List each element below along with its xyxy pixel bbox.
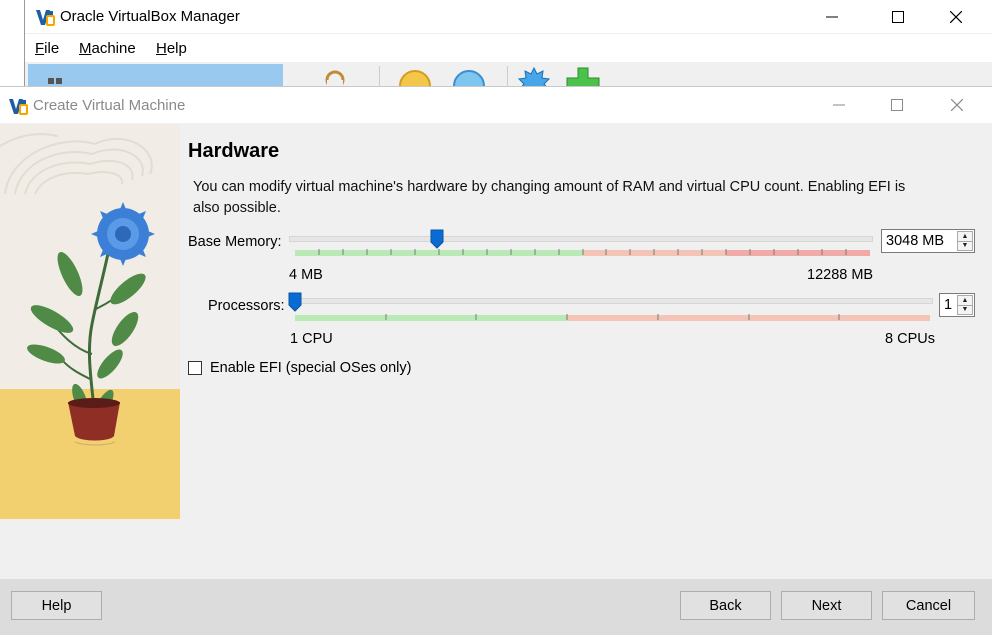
maximize-icon xyxy=(892,10,904,23)
memory-slider-scale xyxy=(295,249,870,256)
manager-toolbar xyxy=(25,62,992,86)
help-button[interactable]: Help xyxy=(11,591,102,620)
vm-list-selection[interactable] xyxy=(28,64,283,86)
processors-decrement-icon[interactable]: ▼ xyxy=(958,305,972,314)
dialog-titlebar: Create Virtual Machine xyxy=(0,87,992,123)
tools-wrench-icon[interactable] xyxy=(315,66,351,86)
maximize-icon xyxy=(891,99,903,111)
processors-value: 1 xyxy=(944,297,953,313)
page-title: Hardware xyxy=(188,140,280,162)
dialog-button-bar: Help Back Next Cancel xyxy=(0,579,992,635)
toolbar-separator xyxy=(507,66,508,86)
new-vm-icon[interactable] xyxy=(515,66,553,86)
create-vm-dialog: Create Virtual Machine Hardware You can … xyxy=(0,86,992,635)
cancel-button[interactable]: Cancel xyxy=(882,591,975,620)
menu-machine[interactable]: Machine xyxy=(79,40,136,57)
minimize-icon xyxy=(826,16,838,17)
wizard-illustration xyxy=(0,124,180,519)
virtualbox-logo-icon xyxy=(9,99,28,115)
add-vm-icon[interactable] xyxy=(563,66,603,86)
memory-min-label: 4 MB xyxy=(289,267,323,283)
manager-close-button[interactable] xyxy=(933,0,979,33)
memory-spin-buttons: ▲ ▼ xyxy=(957,231,973,251)
memory-spinbox[interactable]: 3048 MB ▲ ▼ xyxy=(881,229,975,253)
minimize-icon xyxy=(833,104,845,106)
processors-min-label: 1 CPU xyxy=(290,331,333,347)
base-memory-label: Base Memory: xyxy=(188,234,282,250)
dialog-minimize-button[interactable] xyxy=(816,87,862,123)
manager-minimize-button[interactable] xyxy=(809,0,855,33)
close-icon xyxy=(950,10,962,23)
memory-slider-thumb[interactable] xyxy=(430,229,444,249)
memory-slider-groove[interactable] xyxy=(289,236,873,242)
menu-help[interactable]: Help xyxy=(156,40,187,57)
page-description: You can modify virtual machine's hardwar… xyxy=(193,179,906,216)
enable-efi-checkbox[interactable] xyxy=(188,361,202,375)
enable-efi-label[interactable]: Enable EFI (special OSes only) xyxy=(210,360,411,376)
memory-decrement-icon[interactable]: ▼ xyxy=(958,241,972,250)
processors-label: Processors: xyxy=(208,298,285,314)
back-button[interactable]: Back xyxy=(680,591,771,620)
processors-slider-scale xyxy=(295,314,930,321)
menu-file[interactable]: File xyxy=(35,40,59,57)
manager-maximize-button[interactable] xyxy=(875,0,921,33)
processors-spinbox[interactable]: 1 ▲ ▼ xyxy=(939,293,975,317)
processors-recommended-range xyxy=(295,315,568,321)
import-icon[interactable] xyxy=(451,66,487,86)
virtualbox-logo-icon xyxy=(36,10,55,26)
next-button[interactable]: Next xyxy=(781,591,872,620)
toolbar-separator xyxy=(379,66,380,86)
manager-menubar: File Machine Help xyxy=(25,34,992,62)
dialog-maximize-button[interactable] xyxy=(874,87,920,123)
processors-slider-groove[interactable] xyxy=(289,298,933,304)
processors-spin-buttons: ▲ ▼ xyxy=(957,295,973,315)
manager-title: Oracle VirtualBox Manager xyxy=(60,8,240,25)
dialog-close-button[interactable] xyxy=(934,87,980,123)
preferences-icon[interactable] xyxy=(397,66,433,86)
dialog-title: Create Virtual Machine xyxy=(33,97,186,114)
memory-value: 3048 MB xyxy=(886,233,945,249)
processors-max-label: 8 CPUs xyxy=(885,331,935,347)
vm-item-icon xyxy=(48,78,62,86)
processors-slider-thumb[interactable] xyxy=(288,292,302,312)
memory-max-label: 12288 MB xyxy=(807,267,874,283)
manager-titlebar: Oracle VirtualBox Manager xyxy=(25,0,992,33)
close-icon xyxy=(951,99,963,111)
